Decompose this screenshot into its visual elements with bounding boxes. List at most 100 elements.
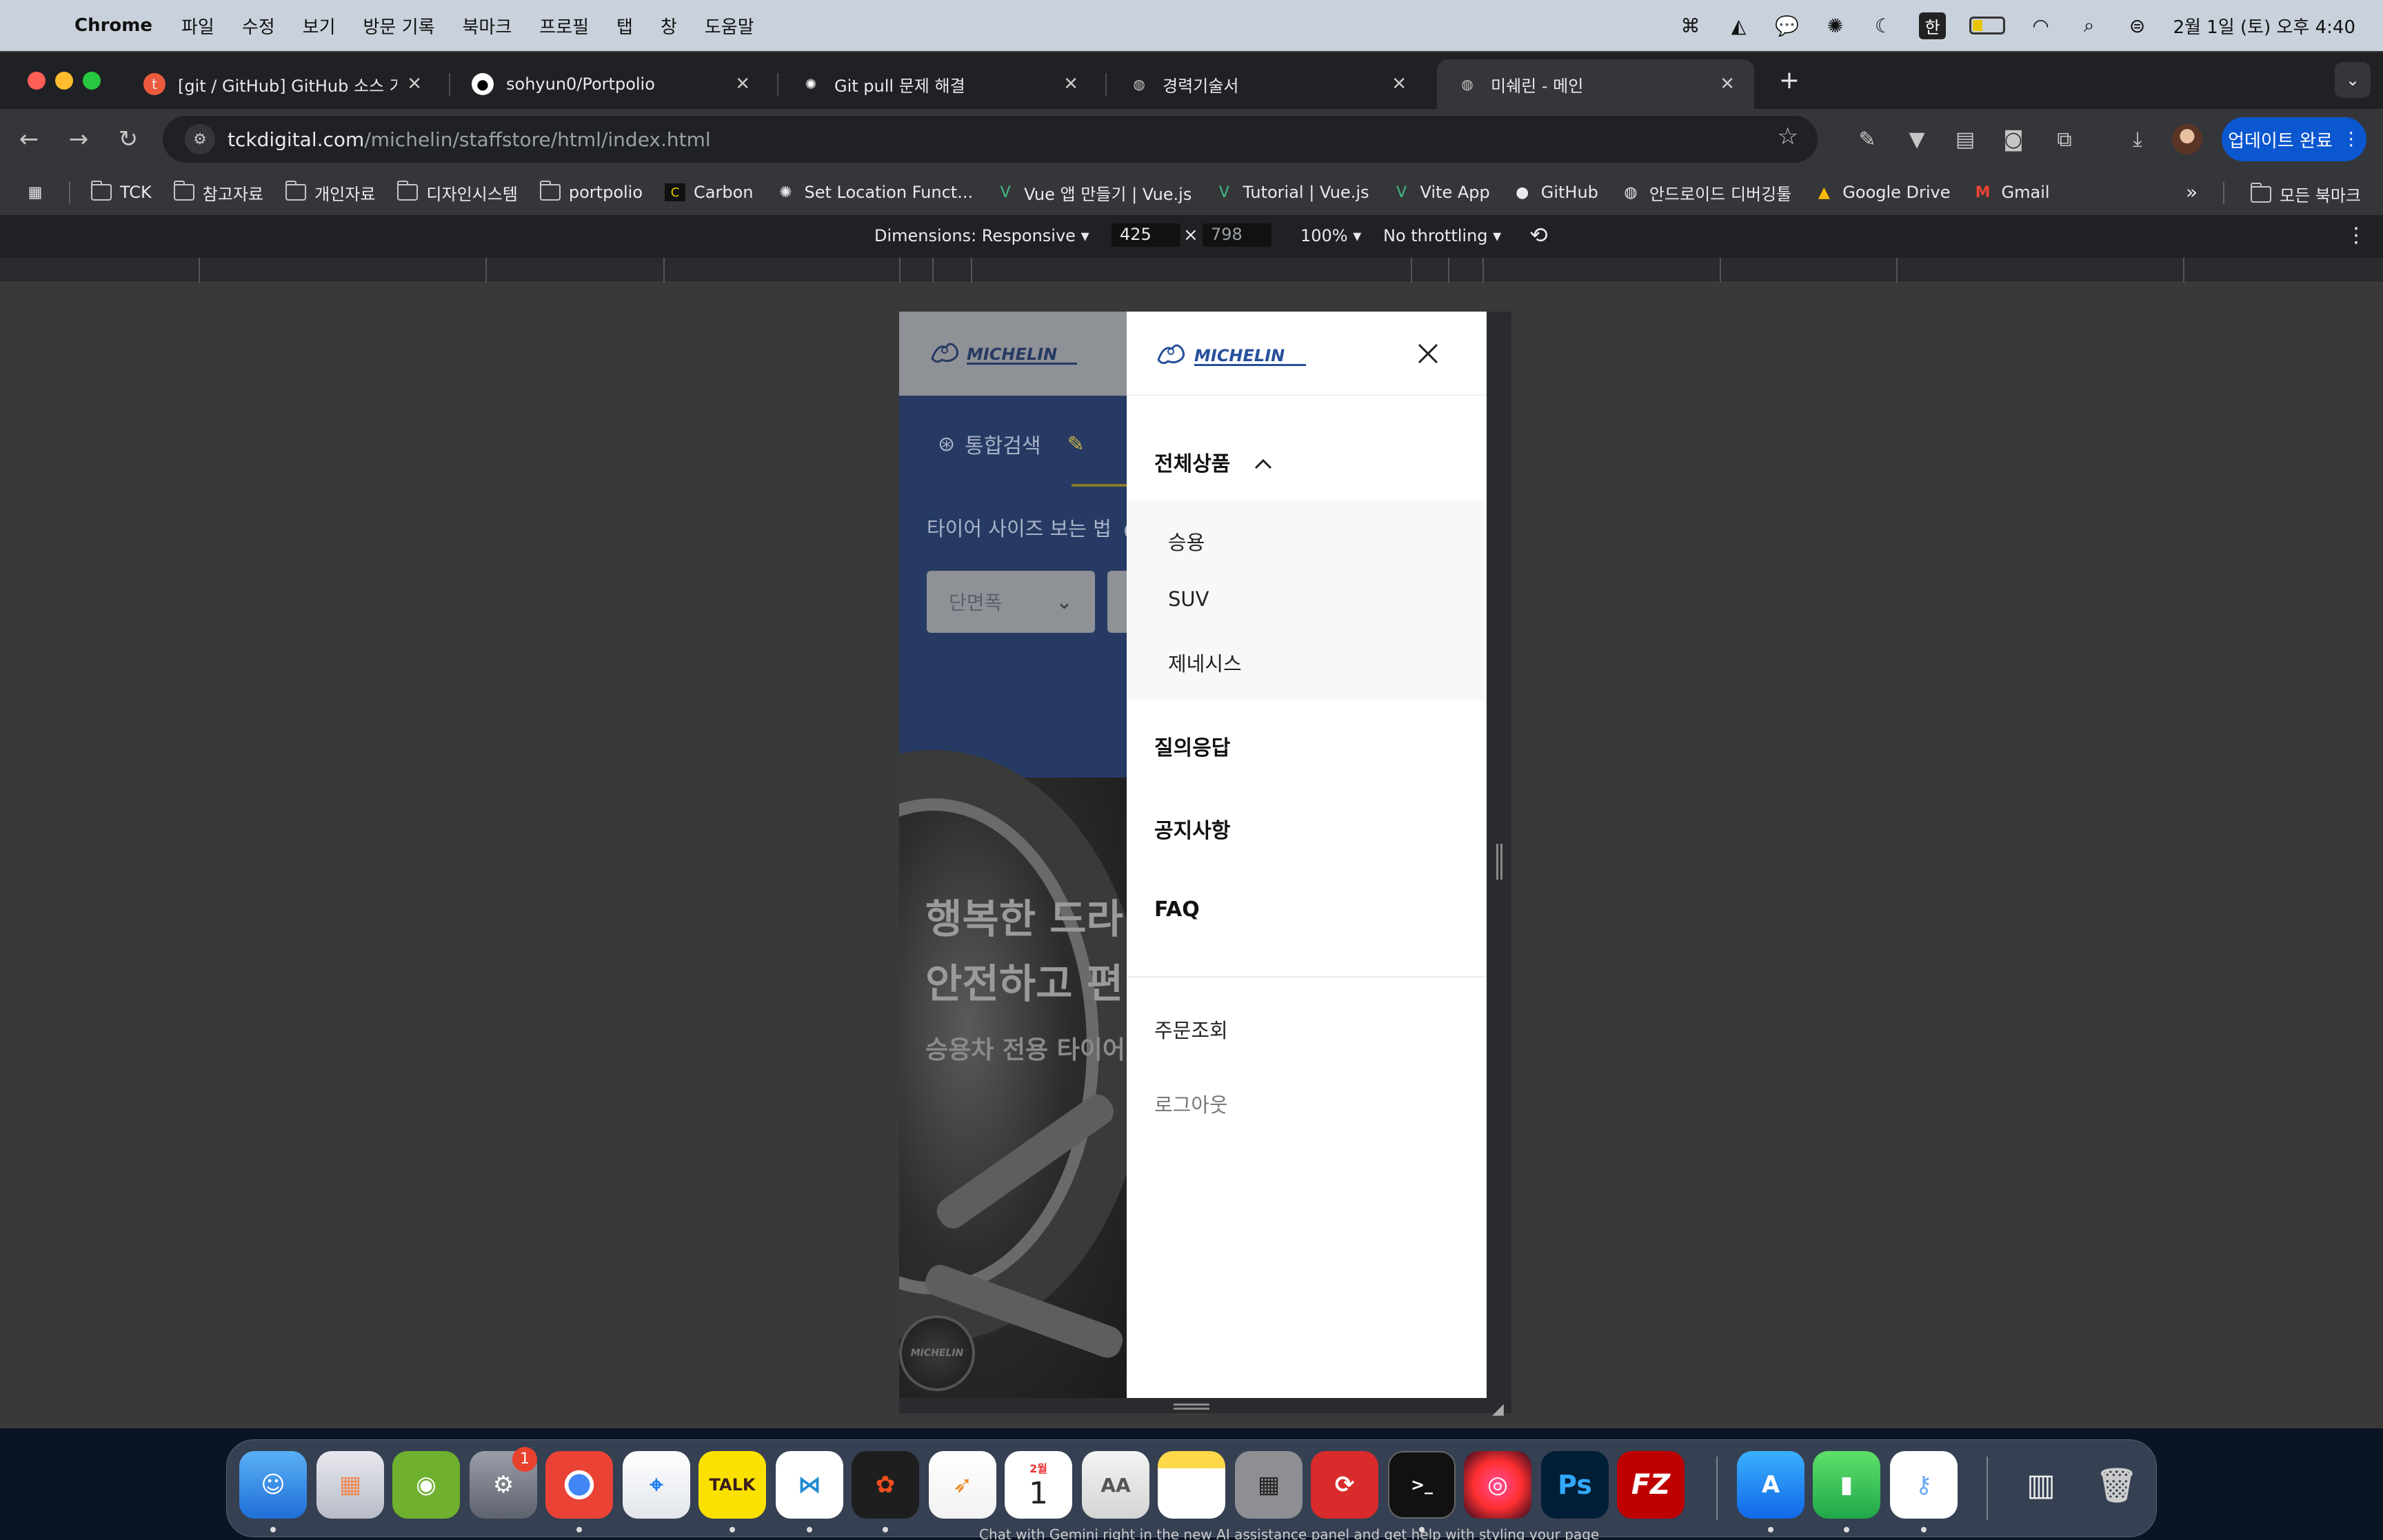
menubar-item-window[interactable]: 창 (661, 13, 677, 39)
tab-git-pull[interactable]: ✺ Git pull 문제 해결 ✕ (781, 59, 1098, 109)
filezilla-icon[interactable]: FZ (1617, 1451, 1685, 1519)
bookmark-set-location[interactable]: ✺ Set Location Funct... (776, 183, 973, 202)
submenu-item-genesis[interactable]: 제네시스 (1168, 648, 1242, 677)
address-bar[interactable]: ⚙ tckdigital.com/michelin/staffstore/htm… (163, 116, 1818, 163)
menubar-item-help[interactable]: 도움말 (705, 13, 754, 39)
apps-grid-icon[interactable]: ▦ (25, 183, 54, 201)
control-icon[interactable]: ⌘ (1678, 13, 1702, 38)
rotate-icon[interactable]: ⟲ (1529, 222, 1548, 248)
section-width-select[interactable]: 단면폭 ⌄ (927, 571, 1095, 633)
menu-all-products[interactable]: 전체상품 (1154, 447, 1274, 477)
tab-search-icon[interactable]: ⌄ (2335, 62, 2371, 98)
minimize-window-button[interactable] (55, 72, 73, 90)
photoshop-icon[interactable]: Ps (1541, 1451, 1609, 1519)
creative-cloud-icon[interactable]: ◎ (1464, 1451, 1531, 1519)
chat-status-icon[interactable]: 💬 (1774, 13, 1799, 38)
tab-portpolio[interactable]: ● sohyun0/Portpolio ✕ (452, 59, 770, 109)
swift-playgrounds-icon[interactable]: ➶ (929, 1451, 996, 1519)
reload-icon[interactable]: ↻ (109, 120, 148, 159)
bookmark-vue-tutorial[interactable]: V Tutorial | Vue.js (1214, 183, 1369, 202)
menubar-item-tab[interactable]: 탭 (616, 13, 633, 39)
launchpad-icon[interactable]: ▦ (316, 1451, 384, 1519)
menubar-app-name[interactable]: Chrome (74, 15, 152, 36)
bookmark-vite-app[interactable]: V Vite App (1391, 183, 1490, 202)
calendar-icon[interactable]: 2월 1 (1005, 1451, 1072, 1519)
openai-status-icon[interactable]: ✺ (1822, 13, 1847, 38)
finder-icon[interactable]: ☺ (239, 1451, 307, 1519)
close-tab-icon[interactable]: ✕ (407, 74, 422, 94)
submenu-item-suv[interactable]: SUV (1168, 587, 1209, 611)
close-tab-icon[interactable]: ✕ (1063, 74, 1078, 94)
menu-qna[interactable]: 질의응답 (1154, 731, 1230, 761)
extensions-icon[interactable]: ⧉ (2048, 123, 2081, 156)
bookmark-android-debug[interactable]: ◍ 안드로이드 디버깅툴 (1620, 181, 1791, 205)
menu-notice[interactable]: 공지사항 (1154, 813, 1230, 844)
menubar-clock[interactable]: 2월 1일 (토) 오후 4:40 (2173, 13, 2355, 39)
bottom-resize-handle[interactable]: ◢ (899, 1398, 1504, 1418)
downloads-stack-icon[interactable]: ▥ (2007, 1451, 2075, 1519)
bookmark-folder-reference[interactable]: 참고자료 (173, 181, 263, 205)
moon-icon[interactable]: ☾ (1871, 13, 1896, 38)
notes-icon[interactable] (1158, 1451, 1225, 1519)
bookmark-github[interactable]: ● GitHub (1512, 183, 1598, 202)
new-tab-icon[interactable]: + (1773, 65, 1805, 97)
eyedropper-extension-icon[interactable]: ✎ (1851, 123, 1884, 156)
trash-icon[interactable]: 🗑 (2083, 1451, 2151, 1519)
chrome-icon[interactable] (545, 1451, 613, 1519)
close-icon[interactable] (1411, 336, 1445, 371)
viewport-width-input[interactable]: 425 (1112, 223, 1180, 247)
apple-menu-icon[interactable] (25, 12, 48, 39)
bookmark-folder-design-system[interactable]: 디자인시스템 (397, 181, 518, 205)
gitkraken-icon[interactable]: ⟳ (1311, 1451, 1378, 1519)
input-source-indicator[interactable]: 한 (1919, 12, 1946, 39)
download-icon[interactable]: ⤓ (2121, 123, 2154, 156)
menubar-item-bookmarks[interactable]: 북마크 (463, 13, 512, 39)
bookmark-folder-portpolio[interactable]: portpolio (539, 181, 643, 202)
corner-resize-icon[interactable]: ◢ (1492, 1401, 1504, 1418)
bookmark-star-icon[interactable]: ☆ (1778, 123, 1798, 150)
keychain-icon[interactable]: ⚷ (1890, 1451, 1958, 1519)
site-info-icon[interactable]: ⚙ (185, 124, 215, 154)
device-options-icon[interactable]: ⋮ (2346, 223, 2366, 247)
figma-icon[interactable]: ✿ (852, 1451, 919, 1519)
bookmark-gmail[interactable]: M Gmail (1973, 183, 2050, 202)
right-resize-handle[interactable] (1487, 312, 1511, 1398)
app-status-icon[interactable]: ◭ (1726, 13, 1751, 38)
bookmark-vue-app[interactable]: V Vue 앱 만들기 | Vue.js (995, 181, 1192, 205)
back-icon[interactable]: ← (10, 120, 48, 159)
tab-michelin-main[interactable]: ◍ 미쉐린 - 메인 ✕ (1437, 59, 1754, 109)
update-button[interactable]: 업데이트 완료 ⋮ (2222, 117, 2366, 161)
forward-icon[interactable]: → (59, 120, 98, 159)
michelin-logo[interactable]: MICHELIN (1154, 338, 1309, 369)
sheets-extension-icon[interactable]: ▤ (1949, 123, 1982, 156)
terminal-icon[interactable]: >_ (1388, 1451, 1456, 1519)
close-tab-icon[interactable]: ✕ (735, 74, 750, 94)
safari-icon[interactable]: ⌖ (623, 1451, 690, 1519)
more-bookmarks-icon[interactable]: » (2186, 181, 2198, 203)
menubar-item-view[interactable]: 보기 (303, 13, 336, 39)
close-window-button[interactable] (28, 72, 46, 90)
spotlight-search-icon[interactable]: ⌕ (2077, 13, 2102, 38)
wifi-icon[interactable]: ◠ (2029, 13, 2053, 38)
logout-link[interactable]: 로그아웃 (1154, 1089, 1228, 1118)
close-tab-icon[interactable]: ✕ (1720, 74, 1735, 94)
menubar-item-profile[interactable]: 프로필 (539, 13, 589, 39)
viewport-height-input[interactable]: 798 (1203, 223, 1271, 247)
menubar-item-file[interactable]: 파일 (181, 13, 214, 39)
throttling-select[interactable]: No throttling ▾ (1383, 226, 1501, 245)
bookmark-folder-tck[interactable]: TCK (91, 181, 152, 202)
battery-icon[interactable] (1969, 17, 2005, 34)
profile-avatar[interactable] (2172, 124, 2202, 154)
vscode-icon[interactable]: ⋈ (776, 1451, 843, 1519)
menu-faq[interactable]: FAQ (1154, 898, 1200, 922)
submenu-item-passenger[interactable]: 승용 (1168, 527, 1205, 556)
numbers-icon[interactable]: ▮ (1813, 1451, 1880, 1519)
app-store-icon[interactable]: A (1737, 1451, 1804, 1519)
menubar-item-history[interactable]: 방문 기록 (363, 13, 435, 39)
zoom-window-button[interactable] (83, 72, 101, 90)
nvidia-icon[interactable]: ◉ (392, 1451, 460, 1519)
screenshot-extension-icon[interactable]: ◙ (1997, 123, 2030, 156)
font-book-icon[interactable]: AA (1082, 1451, 1149, 1519)
close-tab-icon[interactable]: ✕ (1391, 74, 1407, 94)
michelin-logo[interactable]: MICHELIN (928, 338, 1080, 367)
